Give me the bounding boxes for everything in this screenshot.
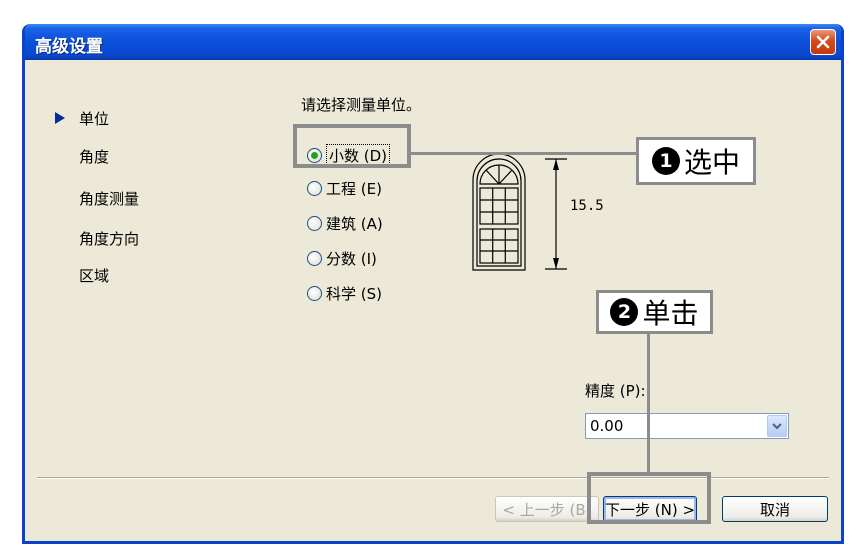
title-bar[interactable]: 高级设置 bbox=[25, 24, 841, 60]
current-step-arrow-icon bbox=[55, 112, 65, 124]
radio-button[interactable] bbox=[307, 180, 322, 196]
nav-item-angle[interactable]: 角度 bbox=[79, 146, 109, 167]
highlight-box-next bbox=[587, 472, 711, 524]
cancel-button[interactable]: 取消 bbox=[722, 496, 828, 522]
radio-label: 科学 (S) bbox=[326, 284, 382, 303]
dialog-title: 高级设置 bbox=[35, 37, 103, 57]
radio-button[interactable] bbox=[307, 285, 322, 301]
dimension-value: 15.5 bbox=[570, 198, 604, 214]
precision-dropdown[interactable]: 0.00 bbox=[585, 413, 789, 439]
close-icon bbox=[816, 35, 830, 49]
precision-value: 0.00 bbox=[590, 417, 624, 435]
step-number-2: 2 bbox=[610, 298, 639, 326]
callout-line-2 bbox=[647, 328, 650, 472]
annotation-click-text: 单击 bbox=[642, 297, 699, 330]
radio-label: 工程 (E) bbox=[326, 179, 382, 198]
radio-button[interactable] bbox=[307, 250, 322, 266]
back-button[interactable]: < 上一步 (B) bbox=[495, 496, 599, 522]
annotation-select: 1 选中 bbox=[636, 137, 756, 185]
radio-architectural[interactable]: 建筑 (A) bbox=[307, 213, 383, 233]
callout-line-1 bbox=[411, 152, 637, 155]
radio-label: 建筑 (A) bbox=[326, 214, 383, 233]
advanced-settings-dialog: 高级设置 单位 角度 角度测量 角度方向 区域 请选择测量单位。 小数 (D) … bbox=[22, 24, 844, 544]
window-preview-icon bbox=[472, 154, 567, 271]
radio-button[interactable] bbox=[307, 215, 322, 231]
nav-item-area[interactable]: 区域 bbox=[79, 265, 109, 286]
step-number-1: 1 bbox=[651, 147, 680, 175]
nav-item-units[interactable]: 单位 bbox=[79, 108, 109, 129]
radio-label: 分数 (I) bbox=[326, 249, 377, 268]
nav-item-angle-measure[interactable]: 角度测量 bbox=[79, 188, 139, 209]
highlight-box-decimal bbox=[293, 124, 411, 168]
annotation-click: 2 单击 bbox=[596, 290, 713, 334]
chevron-down-icon bbox=[772, 423, 782, 430]
radio-scientific[interactable]: 科学 (S) bbox=[307, 283, 382, 303]
annotation-select-text: 选中 bbox=[683, 146, 740, 179]
precision-label: 精度 (P): bbox=[585, 382, 646, 400]
close-button[interactable] bbox=[810, 29, 836, 55]
dropdown-button[interactable] bbox=[767, 415, 787, 437]
nav-item-angle-direction[interactable]: 角度方向 bbox=[79, 228, 139, 249]
radio-fractional[interactable]: 分数 (I) bbox=[307, 248, 377, 268]
radio-engineering[interactable]: 工程 (E) bbox=[307, 178, 382, 198]
unit-prompt: 请选择测量单位。 bbox=[301, 96, 422, 114]
